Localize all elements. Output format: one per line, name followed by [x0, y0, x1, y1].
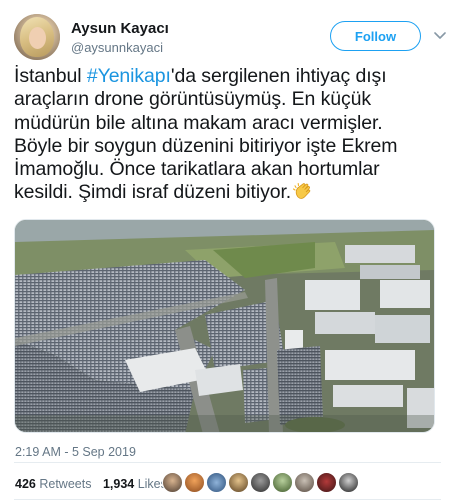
- liker-avatar[interactable]: [294, 472, 315, 493]
- tweet-line: İstanbul #Yenikapı'da sergilenen ihtiyaç…: [14, 65, 444, 88]
- retweets-stat[interactable]: 426 Retweets: [15, 477, 91, 491]
- tweet-text-segment: İstanbul: [14, 65, 87, 87]
- liker-avatar[interactable]: [184, 472, 205, 493]
- divider: [14, 499, 441, 500]
- tweet-text: İstanbul #Yenikapı'da sergilenen ihtiyaç…: [14, 65, 444, 205]
- liker-avatar[interactable]: [250, 472, 271, 493]
- tweet-text-segment: kesildi. Şimdi israf düzeni bitiyor.: [14, 181, 292, 204]
- liker-avatar[interactable]: [316, 472, 337, 493]
- liker-avatar[interactable]: [228, 472, 249, 493]
- tweet-media-image[interactable]: [14, 219, 435, 433]
- tweet-line: kesildi. Şimdi israf düzeni bitiyor.: [14, 181, 444, 204]
- liker-avatar[interactable]: [272, 472, 293, 493]
- likes-stat[interactable]: 1,934 Likes: [103, 477, 167, 491]
- tweet-text-segment: 'da sergilenen ihtiyaç dışı: [170, 65, 387, 87]
- tweet-line: İmamoğlu. Önce tarikatlara akan hortumla…: [14, 158, 380, 181]
- tweet-stats: 426 Retweets 1,934 Likes: [15, 477, 167, 491]
- user-handle[interactable]: @aysunnkayaci: [71, 40, 163, 55]
- liker-avatar[interactable]: [162, 472, 183, 493]
- divider: [14, 462, 441, 463]
- follow-button[interactable]: Follow: [330, 21, 421, 51]
- likes-count: 1,934: [102, 477, 135, 491]
- clapping-hands-emoji: [293, 183, 311, 200]
- tweet-timestamp[interactable]: 2:19 AM - 5 Sep 2019: [15, 445, 136, 459]
- display-name[interactable]: Aysun Kayacı: [71, 20, 169, 37]
- tweet-line: Böyle bir soygun düzenini bitiriyor işte…: [14, 134, 398, 157]
- tweet-line: araçların drone görüntüsüymüş. En küçük: [14, 88, 372, 111]
- liker-avatar[interactable]: [206, 472, 227, 493]
- tweet-line: müdürün bile altına makam aracı vermişle…: [14, 111, 383, 134]
- aerial-parking-lot-photo: [15, 220, 434, 432]
- retweets-count: 426: [15, 477, 36, 491]
- liker-avatar[interactable]: [338, 472, 359, 493]
- avatar[interactable]: [14, 14, 60, 60]
- hashtag-link[interactable]: #Yenikapı: [87, 65, 171, 87]
- retweets-label: Retweets: [39, 477, 92, 491]
- tweet-header: Aysun Kayacı @aysunnkayaci Follow: [14, 14, 446, 62]
- chevron-down-icon[interactable]: [434, 29, 446, 43]
